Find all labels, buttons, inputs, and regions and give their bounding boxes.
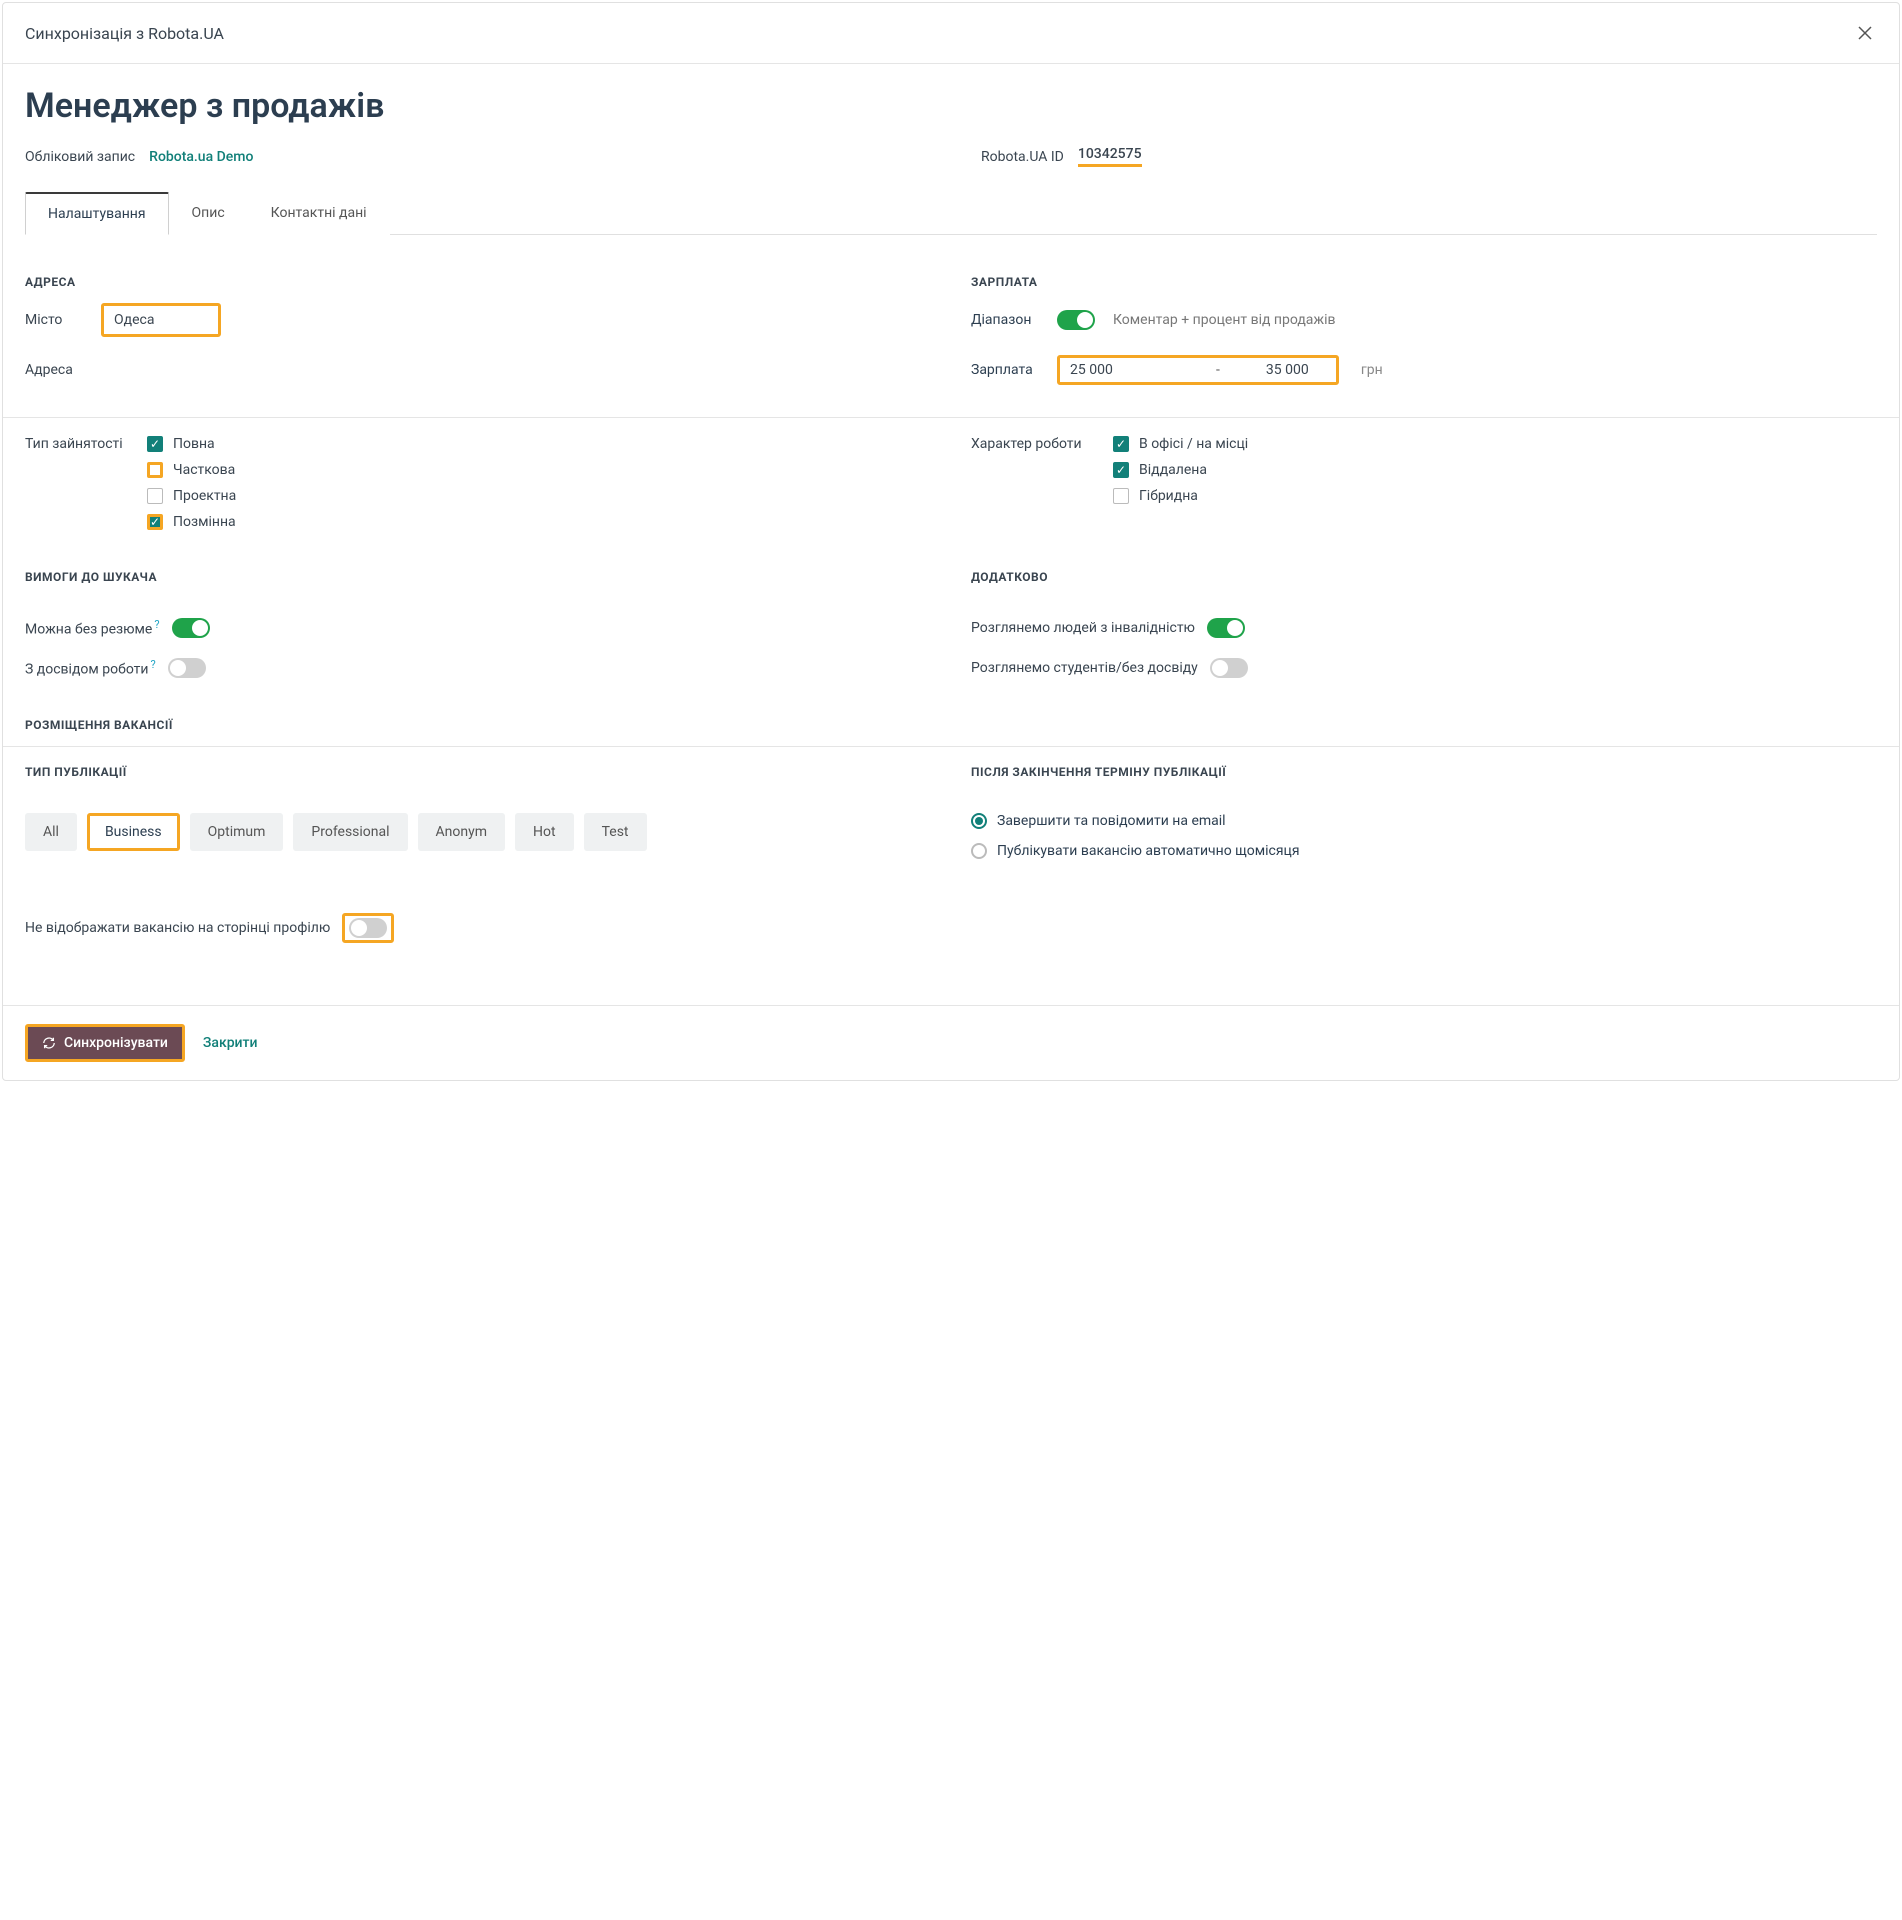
pubtype-business[interactable]: Business xyxy=(87,813,180,851)
pubtype-all[interactable]: All xyxy=(25,813,77,851)
page-title: Менеджер з продажів xyxy=(25,86,1877,126)
chk-part-label: Часткова xyxy=(173,462,235,478)
section-salary: ЗАРПЛАТА xyxy=(971,275,1877,289)
chk-remote-label: Віддалена xyxy=(1139,462,1207,478)
salary-comment: Коментар + процент від продажів xyxy=(1113,312,1336,328)
radio-finish-label: Завершити та повідомити на email xyxy=(997,813,1226,829)
experience-toggle[interactable] xyxy=(168,658,206,678)
section-pubtype: ТИП ПУБЛІКАЦІЇ xyxy=(25,765,931,779)
section-address: АДРЕСА xyxy=(25,275,931,289)
section-placement: РОЗМІЩЕННЯ ВАКАНСІЇ xyxy=(25,718,1877,732)
salary-range-input[interactable]: 25 000 - 35 000 xyxy=(1057,355,1339,385)
radio-finish[interactable] xyxy=(971,813,987,829)
chk-part[interactable] xyxy=(147,462,163,478)
section-requirements: ВИМОГИ ДО ШУКАЧА xyxy=(25,570,931,584)
no-resume-label: Можна без резюме? xyxy=(25,618,160,638)
nature-label: Характер роботи xyxy=(971,436,1101,504)
hide-profile-label: Не відображати вакансію на сторінці проф… xyxy=(25,920,330,936)
radio-auto-label: Публікувати вакансію автоматично щомісяц… xyxy=(997,843,1300,859)
section-after: ПІСЛЯ ЗАКІНЧЕННЯ ТЕРМІНУ ПУБЛІКАЦІЇ xyxy=(971,765,1877,779)
salary-label: Зарплата xyxy=(971,362,1045,378)
address-label: Адреса xyxy=(25,362,89,378)
experience-label: З досвідом роботи? xyxy=(25,658,156,678)
pubtype-test[interactable]: Test xyxy=(584,813,647,851)
tab-settings[interactable]: Налаштування xyxy=(25,192,169,235)
chk-hybrid-label: Гібридна xyxy=(1139,488,1198,504)
disability-toggle[interactable] xyxy=(1207,618,1245,638)
students-label: Розглянемо студентів/без досвіду xyxy=(971,660,1198,676)
city-input[interactable]: Одеса xyxy=(101,303,221,337)
pubtype-optimum[interactable]: Optimum xyxy=(190,813,284,851)
account-value[interactable]: Robota.ua Demo xyxy=(149,149,253,165)
students-toggle[interactable] xyxy=(1210,658,1248,678)
sync-button[interactable]: Синхронізувати xyxy=(25,1024,185,1062)
id-value: 10342575 xyxy=(1078,146,1142,167)
pubtype-anonym[interactable]: Anonym xyxy=(418,813,505,851)
chk-full-label: Повна xyxy=(173,436,215,452)
tab-contacts[interactable]: Контактні дані xyxy=(248,192,390,235)
close-icon[interactable] xyxy=(1853,21,1877,45)
no-resume-toggle[interactable] xyxy=(172,618,210,638)
close-link[interactable]: Закрити xyxy=(203,1035,258,1051)
sync-button-label: Синхронізувати xyxy=(64,1035,168,1051)
chk-office-label: В офісі / на місці xyxy=(1139,436,1248,452)
account-label: Обліковий запис xyxy=(25,149,135,165)
id-label: Robota.UA ID xyxy=(981,149,1064,165)
pubtype-hot[interactable]: Hot xyxy=(515,813,574,851)
salary-to: 35 000 xyxy=(1266,362,1326,378)
help-icon[interactable]: ? xyxy=(154,618,159,631)
section-additional: ДОДАТКОВО xyxy=(971,570,1877,584)
chk-office[interactable] xyxy=(1113,436,1129,452)
chk-full[interactable] xyxy=(147,436,163,452)
disability-label: Розглянемо людей з інвалідністю xyxy=(971,620,1195,636)
chk-hybrid[interactable] xyxy=(1113,488,1129,504)
range-toggle[interactable] xyxy=(1057,310,1095,330)
chk-shift-label: Позмінна xyxy=(173,514,236,530)
pubtype-professional[interactable]: Professional xyxy=(293,813,407,851)
radio-auto[interactable] xyxy=(971,843,987,859)
hide-profile-toggle[interactable] xyxy=(349,918,387,938)
tab-description[interactable]: Опис xyxy=(169,192,248,235)
currency: грн xyxy=(1361,362,1383,378)
city-label: Місто xyxy=(25,312,89,328)
salary-sep: - xyxy=(1216,362,1220,378)
chk-shift[interactable] xyxy=(147,514,163,530)
chk-project-label: Проектна xyxy=(173,488,236,504)
sync-icon xyxy=(42,1036,56,1050)
help-icon[interactable]: ? xyxy=(150,658,155,671)
employment-label: Тип зайнятості xyxy=(25,436,135,530)
range-label: Діапазон xyxy=(971,312,1045,328)
modal-title: Синхронізація з Robota.UA xyxy=(25,24,224,43)
chk-project[interactable] xyxy=(147,488,163,504)
salary-from: 25 000 xyxy=(1070,362,1130,378)
chk-remote[interactable] xyxy=(1113,462,1129,478)
